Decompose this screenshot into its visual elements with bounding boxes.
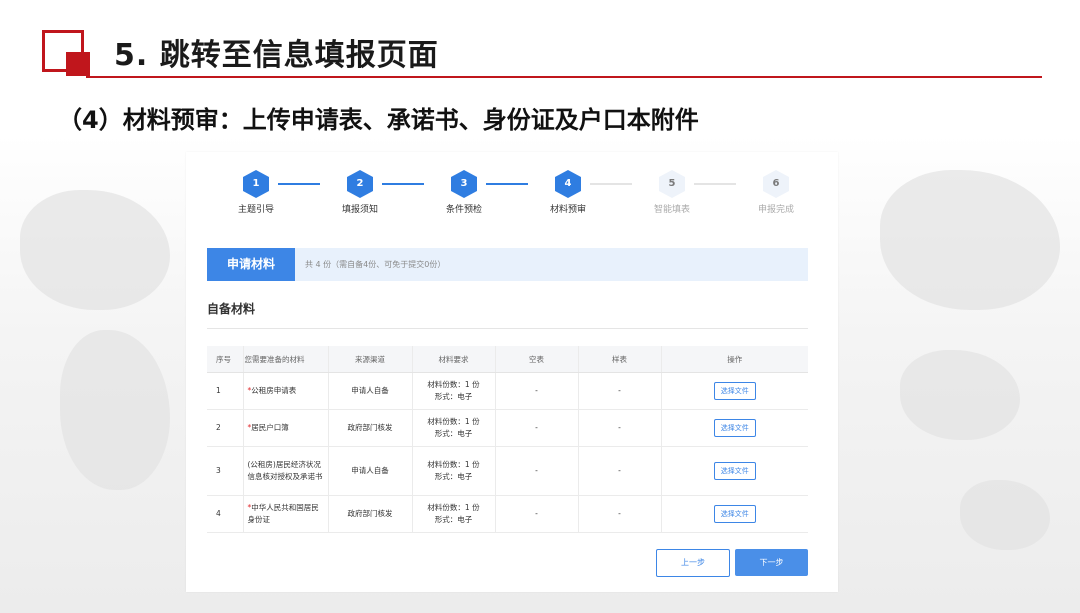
- material-form: 形式：电子: [434, 392, 473, 401]
- slide-logo: [42, 30, 90, 76]
- step-6-badge: 6: [763, 170, 789, 198]
- blank-form-cell: -: [495, 495, 579, 533]
- sample-form-cell: -: [578, 446, 662, 496]
- step-connector-4: [590, 183, 632, 185]
- material-form: 形式：电子: [434, 472, 473, 481]
- apply-materials-bar: 申请材料 共 4 份（需自备4份、可免于提交0份）: [207, 248, 808, 281]
- col-header-index: 序号: [207, 346, 244, 373]
- requirement-cell: 材料份数：1 份形式：电子: [412, 372, 496, 410]
- source-cell: 政府部门核发: [328, 409, 413, 447]
- sample-form-cell: -: [578, 495, 662, 533]
- step-connector-2: [382, 183, 424, 185]
- step-connector-1: [278, 183, 320, 185]
- action-cell: 选择文件: [661, 446, 808, 496]
- source-cell: 政府部门核发: [328, 495, 413, 533]
- step-connector-5: [694, 183, 736, 185]
- material-name-cell: *公租房申请表: [243, 372, 329, 410]
- step-2[interactable]: 2 填报须知: [320, 170, 400, 215]
- step-6-label: 申报完成: [757, 205, 794, 215]
- material-name: 公租房申请表: [251, 386, 297, 395]
- step-2-label: 填报须知: [341, 205, 378, 215]
- sample-form-cell: -: [578, 409, 662, 447]
- blank-form-cell: -: [495, 409, 579, 447]
- step-1-label: 主题引导: [237, 205, 274, 215]
- material-form: 形式：电子: [434, 515, 473, 524]
- materials-count-text: 共 4 份（需自备4份、可免于提交0份）: [305, 260, 446, 269]
- apply-materials-tab[interactable]: 申请材料: [207, 248, 295, 281]
- table-row: 2 *居民户口簿 政府部门核发 材料份数：1 份形式：电子 - - 选择文件: [207, 409, 808, 447]
- step-5-badge: 5: [659, 170, 685, 198]
- material-form: 形式：电子: [434, 429, 473, 438]
- material-name-cell: *中华人民共和国居民身份证: [243, 495, 329, 533]
- step-3-label: 条件预检: [445, 205, 482, 215]
- row-index: 2: [207, 409, 244, 447]
- next-step-button[interactable]: 下一步: [735, 549, 808, 576]
- action-cell: 选择文件: [661, 495, 808, 533]
- materials-table: 序号 您需要准备的材料 来源渠道 材料要求 空表 样表 操作 1 *公租房申请表…: [207, 346, 808, 533]
- col-header-blank-form: 空表: [495, 346, 579, 373]
- row-index: 3: [207, 446, 244, 496]
- col-header-material: 您需要准备的材料: [243, 346, 329, 373]
- slide-title: 5. 跳转至信息填报页面: [114, 38, 439, 73]
- requirement-cell: 材料份数：1 份形式：电子: [412, 495, 496, 533]
- step-5[interactable]: 5 智能填表: [632, 170, 712, 215]
- slide-subtitle: （4）材料预审：上传申请表、承诺书、身份证及户口本附件: [58, 106, 699, 134]
- self-prepared-section-title: 自备材料: [207, 302, 256, 316]
- table-header-row: 序号 您需要准备的材料 来源渠道 材料要求 空表 样表 操作: [207, 346, 808, 373]
- requirement-cell: 材料份数：1 份形式：电子: [412, 446, 496, 496]
- step-1-badge: 1: [243, 170, 269, 198]
- requirement-cell: 材料份数：1 份形式：电子: [412, 409, 496, 447]
- material-name-cell: *居民户口簿: [243, 409, 329, 447]
- screenshot-panel: 1 主题引导 2 填报须知 3 条件预检 4 材料预审 5 智能填表 6 申报完…: [186, 152, 838, 592]
- title-divider: [86, 76, 1042, 78]
- table-row: 4 *中华人民共和国居民身份证 政府部门核发 材料份数：1 份形式：电子 - -…: [207, 495, 808, 533]
- step-4-badge: 4: [555, 170, 581, 198]
- blank-form-cell: -: [495, 372, 579, 410]
- material-name-cell: (公租房)居民经济状况信息核对授权及承诺书: [243, 446, 329, 496]
- blank-form-cell: -: [495, 446, 579, 496]
- source-cell: 申请人自备: [328, 446, 413, 496]
- step-3[interactable]: 3 条件预检: [424, 170, 504, 215]
- material-name: 中华人民共和国居民身份证: [247, 503, 319, 524]
- choose-file-button[interactable]: 选择文件: [713, 382, 756, 400]
- col-header-requirement: 材料要求: [412, 346, 496, 373]
- material-name: 居民户口簿: [251, 423, 289, 432]
- material-name: (公租房)居民经济状况信息核对授权及承诺书: [247, 460, 323, 481]
- table-row: 3 (公租房)居民经济状况信息核对授权及承诺书 申请人自备 材料份数：1 份形式…: [207, 446, 808, 496]
- table-row: 1 *公租房申请表 申请人自备 材料份数：1 份形式：电子 - - 选择文件: [207, 372, 808, 410]
- choose-file-button[interactable]: 选择文件: [713, 462, 756, 480]
- source-cell: 申请人自备: [328, 372, 413, 410]
- step-connector-3: [486, 183, 528, 185]
- col-header-sample-form: 样表: [578, 346, 662, 373]
- material-count: 材料份数：1 份: [427, 503, 480, 512]
- material-count: 材料份数：1 份: [427, 460, 480, 469]
- choose-file-button[interactable]: 选择文件: [713, 419, 756, 437]
- step-1[interactable]: 1 主题引导: [216, 170, 296, 215]
- material-count: 材料份数：1 份: [427, 417, 480, 426]
- section-divider: [207, 328, 808, 329]
- sample-form-cell: -: [578, 372, 662, 410]
- step-4[interactable]: 4 材料预审: [528, 170, 608, 215]
- step-3-badge: 3: [451, 170, 477, 198]
- row-index: 4: [207, 495, 244, 533]
- material-count: 材料份数：1 份: [427, 380, 480, 389]
- previous-step-button[interactable]: 上一步: [656, 549, 730, 577]
- action-cell: 选择文件: [661, 372, 808, 410]
- col-header-action: 操作: [661, 346, 808, 373]
- action-cell: 选择文件: [661, 409, 808, 447]
- row-index: 1: [207, 372, 244, 410]
- col-header-source: 来源渠道: [328, 346, 413, 373]
- progress-stepper: 1 主题引导 2 填报须知 3 条件预检 4 材料预审 5 智能填表 6 申报完…: [216, 170, 816, 220]
- choose-file-button[interactable]: 选择文件: [713, 505, 756, 523]
- step-2-badge: 2: [347, 170, 373, 198]
- step-4-label: 材料预审: [549, 205, 586, 215]
- step-6[interactable]: 6 申报完成: [736, 170, 816, 215]
- step-5-label: 智能填表: [653, 205, 690, 215]
